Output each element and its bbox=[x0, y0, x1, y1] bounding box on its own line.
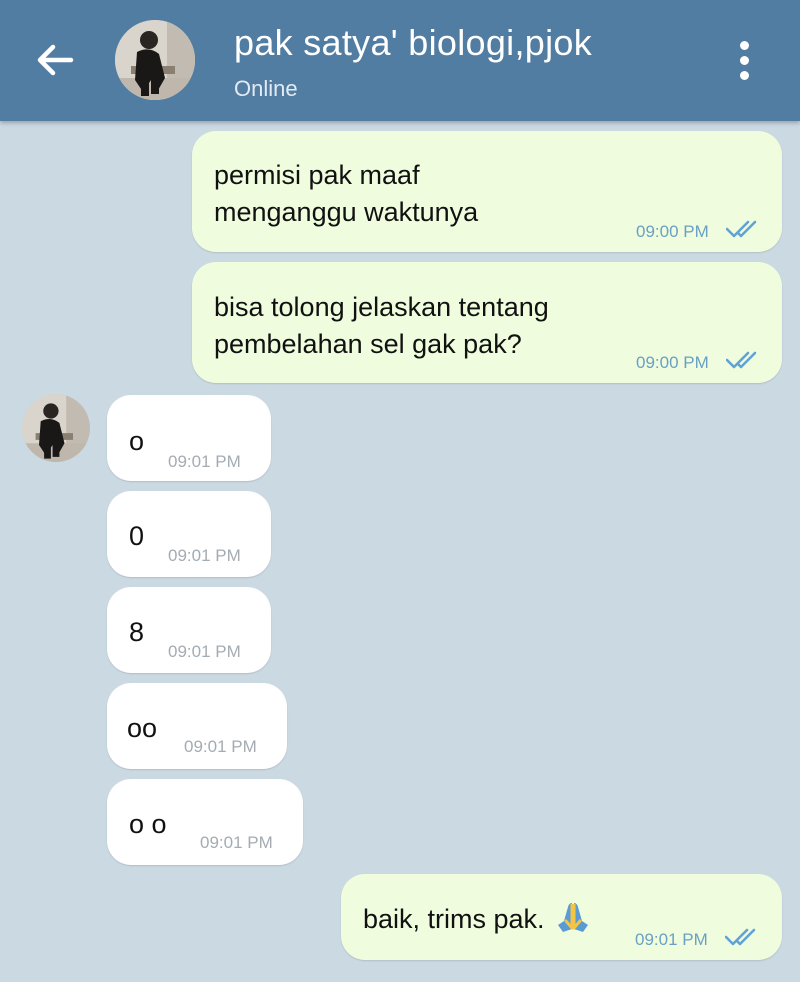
incoming-message[interactable]: 0 09:01 PM bbox=[107, 491, 271, 577]
more-vertical-icon bbox=[739, 40, 749, 50]
message-text: o bbox=[129, 426, 145, 456]
double-check-icon bbox=[725, 928, 756, 946]
message-time: 09:00 PM bbox=[636, 222, 709, 241]
chat-header: pak satya' biologi,pjok Online bbox=[0, 0, 800, 121]
message-time: 09:01 PM bbox=[168, 642, 241, 661]
message-time: 09:00 PM bbox=[636, 353, 709, 372]
contact-avatar[interactable] bbox=[115, 20, 195, 100]
incoming-message[interactable]: 8 09:01 PM bbox=[107, 587, 271, 673]
message-text: 0 bbox=[129, 521, 145, 551]
message-text: oo bbox=[127, 713, 158, 743]
message-text-content: baik, trims pak. bbox=[363, 904, 545, 934]
more-options-button[interactable] bbox=[726, 36, 762, 84]
incoming-message[interactable]: o o 09:01 PM bbox=[107, 779, 303, 865]
message-text-line: menganggu waktunya bbox=[214, 197, 479, 227]
sender-avatar[interactable] bbox=[22, 394, 90, 462]
outgoing-message[interactable]: bisa tolong jelaskan tentang pembelahan … bbox=[192, 262, 782, 383]
message-time: 09:01 PM bbox=[168, 452, 241, 471]
arrow-left-icon bbox=[37, 44, 74, 76]
double-check-icon bbox=[726, 220, 757, 238]
chat-title[interactable]: pak satya' biologi,pjok bbox=[234, 22, 592, 64]
back-button[interactable] bbox=[30, 38, 80, 82]
message-time: 09:01 PM bbox=[184, 737, 257, 756]
message-text-line: pembelahan sel gak pak? bbox=[214, 329, 522, 359]
incoming-message[interactable]: o 09:01 PM bbox=[107, 395, 271, 481]
message-text: o o bbox=[129, 809, 167, 839]
outgoing-message[interactable]: permisi pak maaf menganggu waktunya 09:0… bbox=[192, 131, 782, 252]
message-text: 8 bbox=[129, 617, 145, 647]
folded-hands-emoji bbox=[557, 902, 588, 932]
message-text-line: permisi pak maaf bbox=[214, 160, 420, 190]
message-time: 09:01 PM bbox=[200, 833, 273, 852]
message-text: baik, trims pak. bbox=[363, 901, 591, 939]
outgoing-message[interactable]: baik, trims pak. 09:01 PM bbox=[341, 874, 782, 960]
double-check-icon bbox=[726, 351, 757, 369]
message-time: 09:01 PM bbox=[635, 930, 708, 949]
message-time: 09:01 PM bbox=[168, 546, 241, 565]
online-status: Online bbox=[234, 76, 298, 101]
message-text-line: bisa tolong jelaskan tentang bbox=[214, 292, 549, 322]
incoming-message[interactable]: oo 09:01 PM bbox=[107, 683, 287, 769]
